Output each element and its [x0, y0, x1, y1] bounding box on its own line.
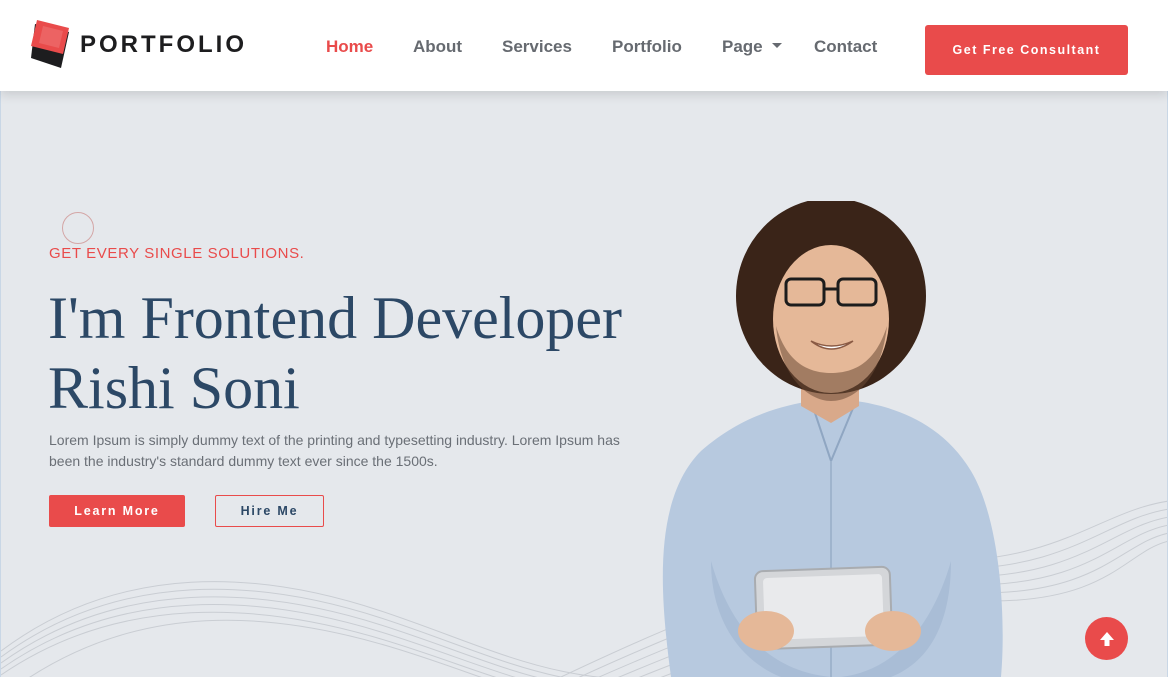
- hero-description: Lorem Ipsum is simply dummy text of the …: [49, 432, 620, 469]
- hero-headline: I'm Frontend Developer Rishi Soni: [48, 283, 622, 423]
- arrow-up-icon: [1099, 631, 1114, 646]
- nav-services[interactable]: Services: [502, 37, 572, 57]
- learn-more-button[interactable]: Learn More: [49, 495, 185, 527]
- nav-contact[interactable]: Contact: [814, 37, 877, 57]
- cube-logo-icon: [31, 20, 69, 68]
- decorative-circle: [62, 212, 94, 244]
- hire-me-button[interactable]: Hire Me: [215, 495, 324, 527]
- brand-name: PORTFOLIO: [80, 31, 247, 58]
- site-header: PORTFOLIO Home About Services Portfolio …: [0, 0, 1168, 91]
- nav-portfolio[interactable]: Portfolio: [612, 37, 682, 57]
- nav-page-dropdown[interactable]: Page: [722, 37, 782, 57]
- headline-line-2: Rishi Soni: [48, 355, 300, 421]
- nav-page-label: Page: [722, 37, 763, 56]
- get-consultant-button[interactable]: Get Free Consultant: [925, 25, 1128, 75]
- hero-section: GET EVERY SINGLE SOLUTIONS. I'm Frontend…: [0, 91, 1168, 677]
- chevron-down-icon: [771, 43, 782, 48]
- nav-about[interactable]: About: [413, 37, 462, 57]
- nav-home[interactable]: Home: [326, 37, 373, 57]
- brand-logo[interactable]: PORTFOLIO: [31, 20, 247, 70]
- hero-tagline: GET EVERY SINGLE SOLUTIONS.: [49, 245, 305, 262]
- headline-line-1: I'm Frontend Developer: [48, 285, 622, 351]
- scroll-to-top-button[interactable]: [1085, 617, 1128, 660]
- developer-portrait-image: [662, 201, 1003, 677]
